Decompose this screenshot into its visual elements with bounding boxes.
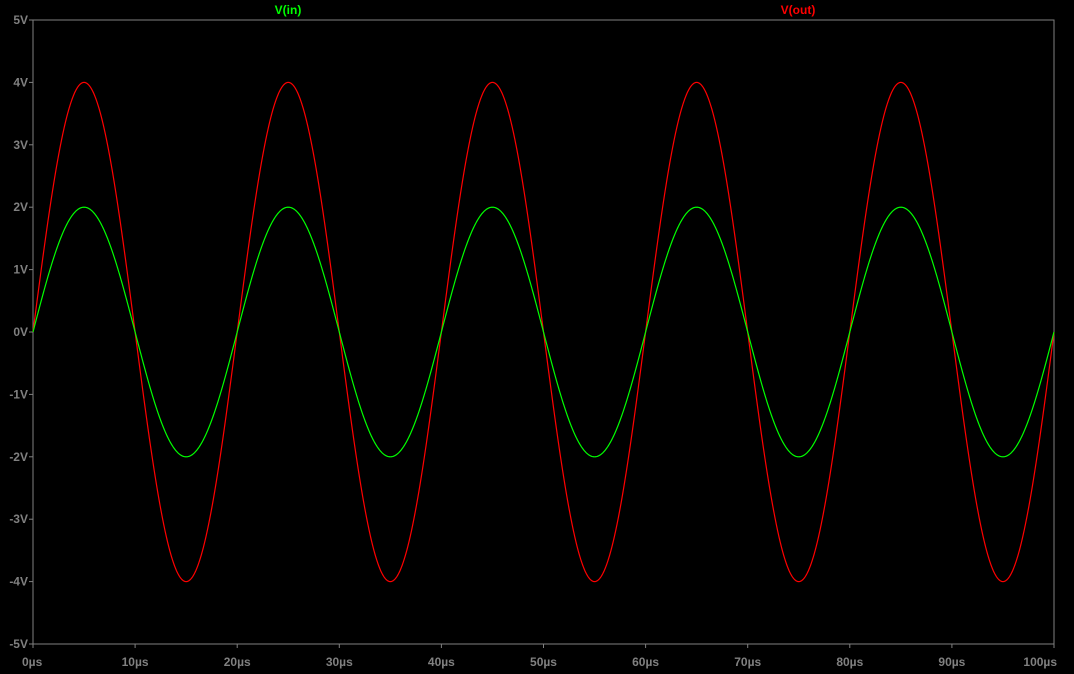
vin-data-point	[1053, 331, 1055, 333]
vout-data-point	[389, 581, 391, 583]
y-tick-label: -1V	[9, 387, 28, 401]
vin-data-point	[849, 331, 851, 333]
x-tick-label: 0µs	[22, 655, 43, 669]
plot-window: 5V 4V 3V 2V 1V 0V -1V -2V -3V -4V -5V 0µs 10µs 20µs 3…	[0, 0, 1074, 674]
vout-data-point	[491, 81, 493, 83]
x-tick-label: 40µs	[428, 655, 455, 669]
vin-data-point	[951, 331, 953, 333]
x-tick-label: 50µs	[530, 655, 557, 669]
vout-data-point	[594, 581, 596, 583]
x-tick-label: 90µs	[938, 655, 965, 669]
vin-data-point	[440, 331, 442, 333]
vin-data-point	[645, 331, 647, 333]
vin-data-point	[696, 206, 698, 208]
y-tick-label: -2V	[9, 450, 28, 464]
vin-data-point	[236, 331, 238, 333]
vout-data-point	[83, 81, 85, 83]
y-tick-label: 2V	[13, 200, 28, 214]
y-tick-label: -4V	[9, 575, 28, 589]
vout-data-point	[900, 81, 902, 83]
vin-data-point	[389, 456, 391, 458]
vin-data-point	[287, 206, 289, 208]
vin-data-point	[900, 206, 902, 208]
x-tick-label: 30µs	[326, 655, 353, 669]
y-tick-label: 4V	[13, 75, 28, 89]
vout-data-point	[696, 81, 698, 83]
vin-data-point	[32, 331, 34, 333]
vin-data-point	[1002, 456, 1004, 458]
vin-data-point	[594, 456, 596, 458]
vin-data-point	[134, 331, 136, 333]
y-tick-label: 5V	[13, 13, 28, 27]
vin-data-point	[543, 331, 545, 333]
x-tick-label: 60µs	[632, 655, 659, 669]
y-tick-label: 1V	[13, 263, 28, 277]
x-tick-label: 70µs	[734, 655, 761, 669]
vin-data-point	[185, 456, 187, 458]
legend-vout-label[interactable]: V(out)	[781, 3, 816, 17]
x-tick-label: 100µs	[1023, 655, 1057, 669]
vout-data-point	[1002, 581, 1004, 583]
x-tick-label: 80µs	[836, 655, 863, 669]
waveform-chart[interactable]: 5V 4V 3V 2V 1V 0V -1V -2V -3V -4V -5V 0µs 10µs 20µs 3…	[0, 0, 1074, 674]
vout-data-point	[185, 581, 187, 583]
vin-data-point	[338, 331, 340, 333]
vin-data-point	[83, 206, 85, 208]
legend-vin-label[interactable]: V(in)	[275, 3, 302, 17]
x-tick-label: 20µs	[224, 655, 251, 669]
y-tick-label: -3V	[9, 512, 28, 526]
y-tick-label: 3V	[13, 138, 28, 152]
x-tick-label: 10µs	[122, 655, 149, 669]
vin-data-point	[491, 206, 493, 208]
vin-data-point	[798, 456, 800, 458]
y-tick-label: -5V	[9, 637, 28, 651]
vout-data-point	[798, 581, 800, 583]
vout-data-point	[287, 81, 289, 83]
vin-data-point	[747, 331, 749, 333]
y-tick-label: 0V	[13, 325, 28, 339]
